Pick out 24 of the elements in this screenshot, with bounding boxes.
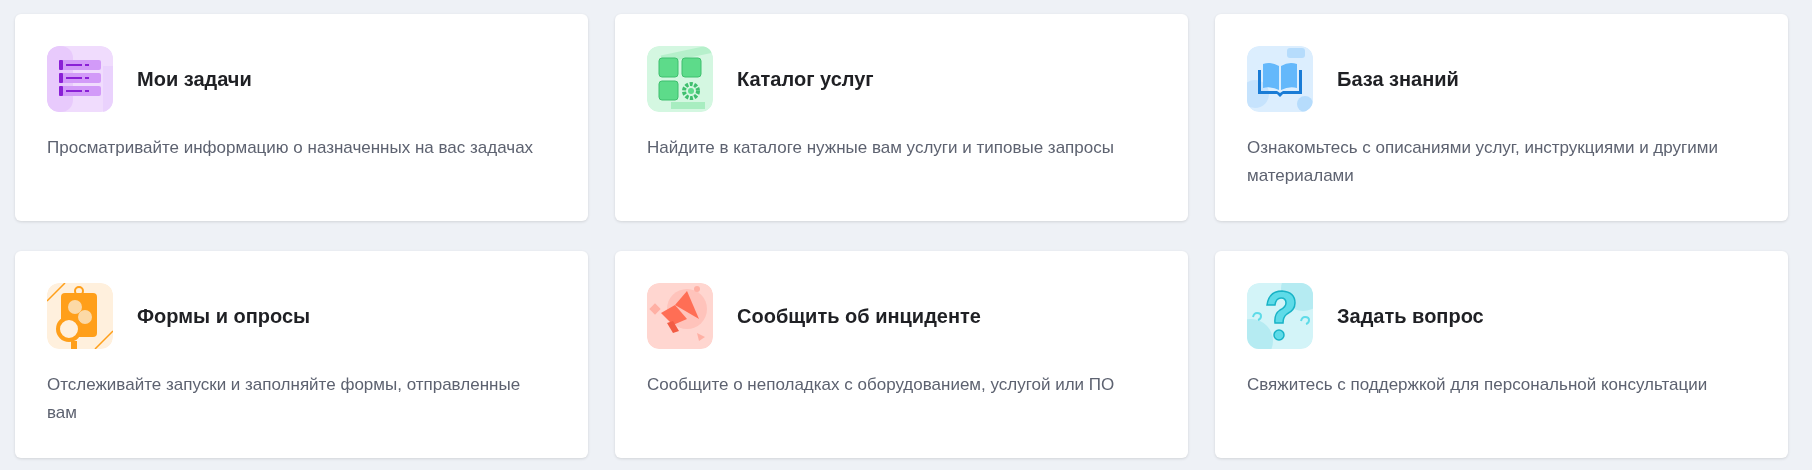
card-description: Отслеживайте запуски и заполняйте формы, отправленные вам: [47, 374, 522, 424]
card-title: База знаний: [1337, 67, 1459, 92]
grid-gear-icon: [647, 46, 713, 112]
card-title: Задать вопрос: [1337, 304, 1484, 329]
card-description: Свяжитесь с поддержкой для персональной консультации: [1247, 374, 1709, 396]
question-mark-icon: [1247, 283, 1313, 349]
card-background[interactable]: Задать вопрос Свяжитесь с поддержкой для персональной консультации: [1215, 251, 1788, 458]
megaphone-icon: [647, 283, 713, 349]
card-description: Просматривайте информацию о назначенных на вас задачах: [47, 137, 535, 159]
card-background[interactable]: База знаний Ознакомьтесь с описаниями услуг, инструкциями и другими материалами: [1215, 14, 1788, 221]
card-background[interactable]: Формы и опросы Отслеживайте запуски и заполняйте формы, отправленные вам: [15, 251, 588, 458]
card-description: Сообщите о неполадках с оборудованием, услугой или ПО: [647, 374, 1116, 396]
card-title: Сообщить об инциденте: [737, 304, 981, 329]
tasks-icon: [47, 46, 113, 112]
card-title: Мои задачи: [137, 67, 252, 92]
card-description: Ознакомьтесь с описаниями услуг, инструкциями и другими материалами: [1247, 137, 1719, 187]
card-description: Найдите в каталоге нужные вам услуги и типовые запросы: [647, 137, 1115, 159]
card-background[interactable]: Сообщить об инциденте Сообщите о неполадках с оборудованием, услугой или ПО: [615, 251, 1188, 458]
open-book-icon: [1247, 46, 1313, 112]
card-background[interactable]: Мои задачи Просматривайте информацию о назначенных на вас задачах: [15, 14, 588, 221]
card-background[interactable]: Каталог услуг Найдите в каталоге нужные вам услуги и типовые запросы: [615, 14, 1188, 221]
card-title: Формы и опросы: [137, 304, 311, 329]
card-title: Каталог услуг: [737, 67, 874, 92]
clipboard-magnifier-icon: [47, 283, 113, 349]
